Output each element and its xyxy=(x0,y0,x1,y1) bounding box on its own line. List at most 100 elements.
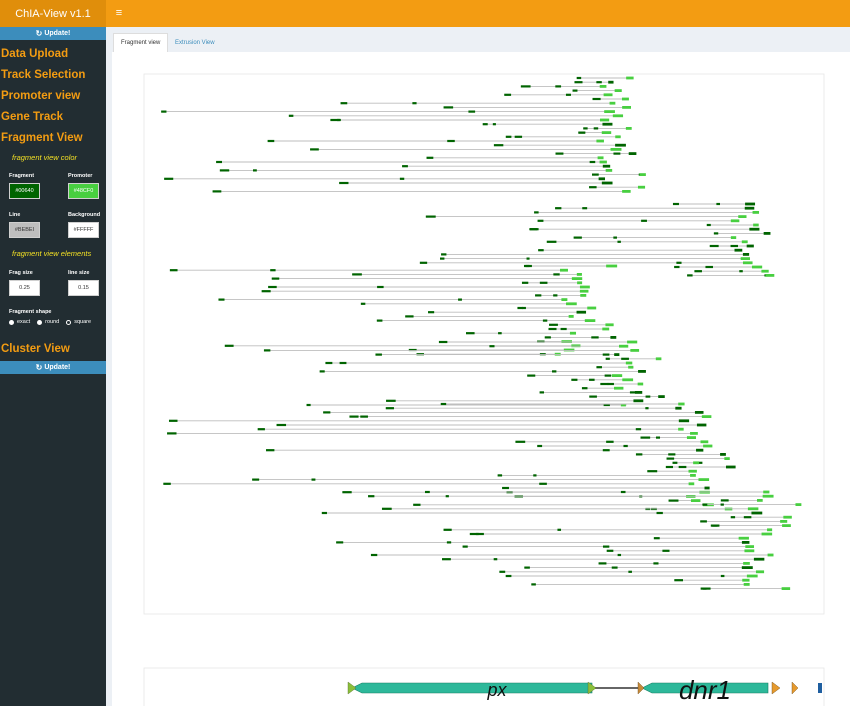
gene-arrow-px[interactable] xyxy=(351,682,593,694)
menu-promoter-view[interactable]: Promoter view xyxy=(0,90,80,102)
fragment-block xyxy=(555,152,564,155)
fragment-block xyxy=(668,499,679,502)
fragment-view-panel: px dnr1 xyxy=(112,52,850,706)
fragment-block xyxy=(665,465,674,469)
promoter-block xyxy=(742,261,753,265)
fragment-block xyxy=(542,319,548,322)
promoter-block xyxy=(765,274,775,277)
radio-exact[interactable] xyxy=(9,319,14,325)
promoter-block xyxy=(745,202,756,206)
promoter-block xyxy=(747,507,759,511)
radio-round[interactable] xyxy=(37,319,43,325)
fragment-block xyxy=(521,281,529,284)
promoter-block xyxy=(614,386,624,390)
promoter-block xyxy=(628,152,637,155)
radio-square-label: square xyxy=(74,319,92,325)
fragment-block xyxy=(438,340,448,344)
fragment-block xyxy=(592,97,601,101)
promoter-block xyxy=(762,494,774,498)
fragment-block xyxy=(589,186,597,189)
fragment-block xyxy=(370,553,378,557)
fragment-block xyxy=(505,574,512,578)
fragment-block xyxy=(666,457,675,460)
fragment-block xyxy=(499,570,506,573)
menu-cluster-view[interactable]: Cluster View xyxy=(0,343,70,355)
background-color-input[interactable]: #FFFFF xyxy=(68,222,99,238)
fragment-block xyxy=(310,148,319,151)
fragment-block xyxy=(502,486,509,490)
frag-size-input[interactable]: 0.25 xyxy=(9,280,40,296)
fragment-block xyxy=(672,461,678,464)
fragment-block xyxy=(306,403,311,407)
promoter-block xyxy=(744,549,755,553)
promoter-block xyxy=(614,353,620,356)
promoter-block xyxy=(763,232,771,235)
fragment-block xyxy=(270,269,276,272)
promoter-block xyxy=(703,444,713,448)
fragment-block xyxy=(257,428,265,431)
fragment-block xyxy=(544,336,551,339)
fragment-block xyxy=(668,453,676,456)
fragment-block xyxy=(581,387,588,390)
promoter-block xyxy=(622,378,634,382)
fragment-block xyxy=(517,306,523,310)
fragment-block xyxy=(425,215,436,218)
promoter-block xyxy=(743,562,750,565)
app-logo[interactable]: ChIA-View v1.1 xyxy=(0,0,106,27)
fragment-block xyxy=(537,219,544,222)
promoter-block xyxy=(751,511,763,515)
menu-fragment-view[interactable]: Fragment View xyxy=(0,132,83,144)
promoter-color-input[interactable]: #48CF0 xyxy=(68,183,99,199)
line-size-input[interactable]: 0.15 xyxy=(68,280,99,296)
fragment-block xyxy=(605,357,610,360)
fragment-block xyxy=(531,583,536,586)
update-button-top[interactable]: ↻ Update! xyxy=(0,27,106,40)
fragment-block xyxy=(377,285,384,289)
promoter-block xyxy=(606,264,618,268)
radio-square[interactable] xyxy=(66,319,72,325)
promoter-block xyxy=(675,406,682,410)
fragment-block xyxy=(465,332,475,335)
promoter-block xyxy=(738,536,749,540)
fragment-color-input[interactable]: #00640 xyxy=(9,183,40,199)
fragment-block xyxy=(653,562,659,565)
line-size-label: line size xyxy=(68,270,90,276)
fragment-color-section-title: fragment view color xyxy=(12,153,78,162)
fragment-block xyxy=(549,323,558,326)
line-color-label: Line xyxy=(9,212,21,218)
fragment-block xyxy=(497,474,503,477)
update-button-label: Update! xyxy=(44,364,71,371)
gene-end-marker xyxy=(818,683,822,693)
promoter-block xyxy=(752,211,760,214)
promoter-block xyxy=(569,331,577,335)
line-color-input[interactable]: #BEBEI xyxy=(9,222,40,238)
fragment-block xyxy=(555,207,562,210)
fragment-block xyxy=(553,273,560,276)
update-button-bottom[interactable]: ↻ Update! xyxy=(0,361,106,374)
fragment-block xyxy=(168,419,178,422)
fragment-block xyxy=(458,298,462,301)
fragment-block xyxy=(339,361,347,365)
menu-track-selection[interactable]: Track Selection xyxy=(0,69,85,81)
promoter-block xyxy=(761,532,773,536)
fragment-block xyxy=(527,374,536,377)
fragment-block xyxy=(662,549,670,552)
tab-extrusion-view[interactable]: Extrusion View xyxy=(168,33,222,52)
view-tabs: Fragment view Extrusion View xyxy=(106,27,850,52)
promoter-block xyxy=(603,93,613,97)
promoter-block xyxy=(724,457,730,460)
fragment-block xyxy=(533,474,537,477)
menu-gene-track[interactable]: Gene Track xyxy=(0,111,63,123)
promoter-block xyxy=(599,85,607,88)
menu-data-upload[interactable]: Data Upload xyxy=(0,48,68,60)
tab-fragment-view[interactable]: Fragment view xyxy=(113,33,169,52)
fragment-block xyxy=(337,118,341,122)
gene-label-px: px xyxy=(486,680,507,700)
promoter-block xyxy=(628,365,634,369)
bars-icon[interactable]: ≡ xyxy=(112,6,126,20)
promoter-block xyxy=(782,524,791,527)
promoter-block xyxy=(602,122,613,126)
fragment-block xyxy=(263,349,271,352)
fragment-block xyxy=(572,89,578,92)
fragment-block xyxy=(525,264,530,268)
